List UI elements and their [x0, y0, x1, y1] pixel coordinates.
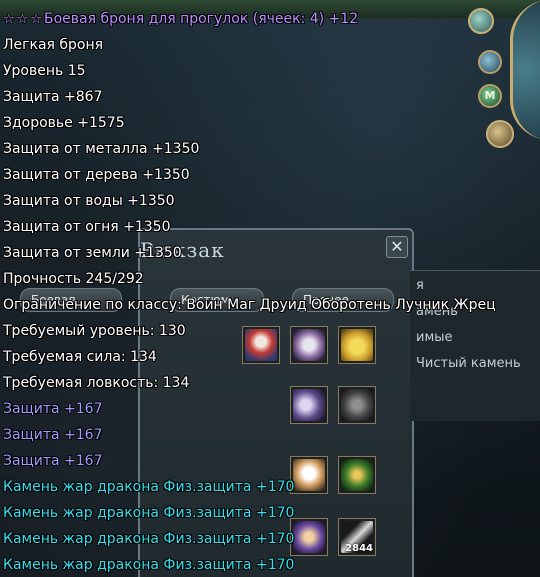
- item-name: Боевая броня для прогулок (ячеек: 4) +12: [43, 11, 359, 27]
- tooltip-stat-line: Камень жар дракона Физ.защита +170: [3, 531, 295, 547]
- tooltip-title: ☆ ☆ ☆ Боевая броня для прогулок (ячеек: 4) …: [3, 10, 358, 29]
- tooltip-stat-line: Требуемая ловкость: 134: [3, 375, 190, 391]
- tooltip-stat-line: Защита +167: [3, 453, 103, 469]
- tooltip-stat-line: Защита от металла +1350: [3, 141, 200, 157]
- star-icon: ☆: [3, 12, 15, 27]
- tooltip-stat-line: Защита +167: [3, 427, 103, 443]
- tooltip-stat-line: Камень жар дракона Физ.защита +170: [3, 479, 295, 495]
- tooltip-stat-line: Ограничение по классу: Воин Маг Друид Об…: [3, 297, 496, 313]
- tooltip-stat-line: Уровень 15: [3, 63, 86, 79]
- tooltip-stat-line: Защита +867: [3, 89, 103, 105]
- tooltip-stat-line: Легкая броня: [3, 37, 104, 53]
- tooltip-stat-line: Прочность 245/292: [3, 271, 144, 287]
- item-tooltip: ☆ ☆ ☆ Боевая броня для прогулок (ячеек: 4) …: [0, 0, 540, 577]
- star-icon: ☆: [30, 12, 42, 27]
- tooltip-stat-line: Требуемая сила: 134: [3, 349, 157, 365]
- tooltip-stat-line: Защита от воды +1350: [3, 193, 175, 209]
- tooltip-stat-line: Требуемый уровень: 130: [3, 323, 186, 339]
- tooltip-stat-line: Защита от земли +1350: [3, 245, 182, 261]
- tooltip-stat-line: Защита +167: [3, 401, 103, 417]
- tooltip-stat-line: Защита от дерева +1350: [3, 167, 190, 183]
- tooltip-stat-line: Камень жар дракона Физ.защита +170: [3, 505, 295, 521]
- tooltip-stat-line: Камень жар дракона Физ.защита +170: [3, 557, 295, 573]
- tooltip-stat-line: Защита от огня +1350: [3, 219, 171, 235]
- tooltip-stat-line: Здоровье +1575: [3, 115, 125, 131]
- star-icon: ☆: [16, 12, 29, 27]
